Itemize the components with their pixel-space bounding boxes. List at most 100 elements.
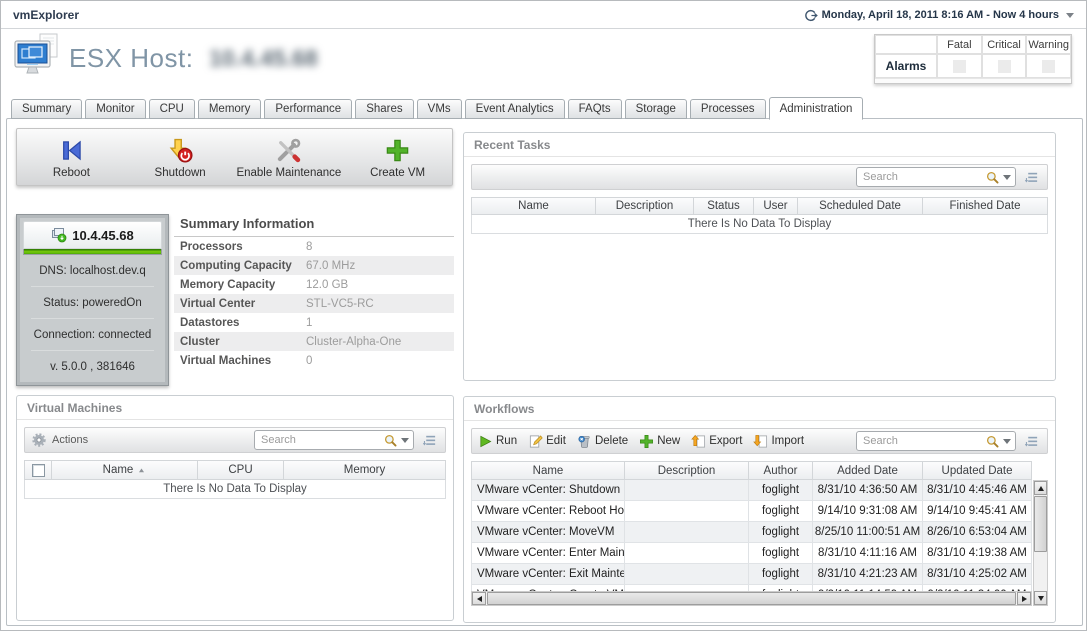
tab[interactable]: Performance [264,99,352,119]
host-name-blurred: 10.4.45.68 [209,45,318,72]
recent-tasks-search-input[interactable]: Search [856,167,1016,187]
scroll-right-button[interactable] [1017,592,1031,605]
workflows-search-input[interactable]: Search [856,431,1016,451]
workflow-updated-date: 8/26/10 6:53:04 AM [922,522,1031,542]
host-action-button[interactable]: Shutdown [126,129,235,185]
tab[interactable]: VMs [417,99,462,119]
column-header[interactable]: Status [693,198,753,214]
workflow-toolbar-button[interactable]: Edit [528,434,566,449]
workflow-author: foglight [748,564,812,584]
host-action-button[interactable]: Reboot [17,129,126,185]
workflow-updated-date: 8/31/10 4:19:38 AM [922,543,1031,563]
column-header-cpu[interactable]: CPU [197,461,283,479]
host-server-icon [51,227,67,243]
alarms-summary-table: Fatal Critical Warning Alarms [874,34,1072,84]
host-card-name: 10.4.45.68 [72,228,133,243]
summary-info-label: Virtual Center [174,298,306,310]
host-action-button[interactable]: Enable Maintenance [235,129,344,185]
tab[interactable]: Event Analytics [465,99,565,119]
tab[interactable]: Processes [690,99,766,119]
workflow-row[interactable]: VMware vCenter: Enter Mainter foglight 8… [471,543,1032,564]
workflow-description [624,522,748,542]
search-placeholder: Search [863,171,985,183]
workflows-title: Workflows [464,397,1055,421]
workflow-author: foglight [748,522,812,542]
search-options-caret-icon[interactable] [1003,439,1011,444]
horizontal-scroll-thumb[interactable] [487,592,1016,605]
workflow-toolbar-button[interactable]: Delete [577,434,628,449]
column-header[interactable]: Name [472,198,595,214]
workflow-toolbar-button[interactable]: New [639,434,680,449]
scroll-up-button[interactable] [1034,481,1047,495]
column-header-name[interactable]: Name [51,461,197,479]
alarms-fatal-cell[interactable] [937,54,982,78]
reboot-icon [59,138,84,163]
column-header[interactable]: Scheduled Date [797,198,922,214]
actions-menu-button[interactable]: Actions [31,432,88,448]
summary-information-rows: Processors 8 Computing Capacity 67.0 MHz… [174,237,454,370]
import-icon [753,434,768,449]
select-all-checkbox[interactable] [32,464,45,477]
vmexplorer-window: vmExplorer Monday, April 18, 2011 8:16 A… [0,0,1087,631]
vertical-scroll-thumb[interactable] [1034,496,1047,552]
alarms-column-header: Warning [1026,35,1071,54]
workflow-toolbar-button[interactable]: Import [753,434,804,449]
workflows-table-area: Name Description Author Added Date Updat… [471,461,1048,606]
page-title: ESX Host: [69,43,193,74]
host-version: v. 5.0.0 , 381646 [23,351,162,382]
column-header-memory[interactable]: Memory [283,461,445,479]
time-range-selector[interactable]: Monday, April 18, 2011 8:16 AM - Now 4 h… [803,1,1074,29]
column-header[interactable]: Updated Date [922,462,1031,479]
tab[interactable]: CPU [149,99,195,119]
column-header[interactable]: Author [748,462,812,479]
column-header[interactable]: Name [472,462,624,479]
host-action-label: Reboot [53,167,90,179]
column-header[interactable]: Added Date [812,462,922,479]
workflow-toolbar-button[interactable]: Run [478,434,517,449]
scroll-left-button[interactable] [472,592,486,605]
search-icon[interactable] [985,170,1000,185]
virtual-machines-header-row: Name CPU Memory [24,460,446,480]
workflow-toolbar-label: Delete [595,435,628,447]
tab[interactable]: Shares [355,99,413,119]
vertical-scrollbar[interactable] [1033,480,1048,606]
workflow-toolbar-button[interactable]: Export [691,434,742,449]
export-icon [691,434,706,449]
horizontal-scrollbar[interactable] [471,591,1032,606]
table-customizer-icon[interactable] [1024,434,1039,449]
virtual-machines-search-input[interactable]: Search [254,430,414,450]
column-header[interactable]: Description [595,198,693,214]
search-options-caret-icon[interactable] [401,438,409,443]
column-header[interactable]: User [753,198,797,214]
tab[interactable]: FAQts [568,99,622,119]
alarms-warning-cell[interactable] [1026,54,1071,78]
table-customizer-icon[interactable] [1024,170,1039,185]
workflow-row[interactable]: VMware vCenter: Shutdown Ho foglight 8/3… [471,480,1032,501]
tab[interactable]: Summary [11,99,82,119]
workflow-row[interactable]: VMware vCenter: Exit Maintena foglight 8… [471,564,1032,585]
actions-menu-label: Actions [52,434,88,446]
search-icon[interactable] [383,433,398,448]
host-action-label: Create VM [370,167,425,179]
summary-info-value: 1 [306,317,312,329]
search-options-caret-icon[interactable] [1003,175,1011,180]
workflow-row[interactable]: VMware vCenter: Reboot Host foglight 9/1… [471,501,1032,522]
summary-info-value: 0 [306,355,312,367]
workflow-row[interactable]: VMware vCenter: MoveVM foglight 8/25/10 … [471,522,1032,543]
tab[interactable]: Administration [769,97,864,120]
column-header[interactable]: Description [624,462,748,479]
search-icon[interactable] [985,434,1000,449]
host-action-button[interactable]: Create VM [343,129,452,185]
host-status-card: 10.4.45.68 DNS: localhost.dev.q Status: … [16,214,169,386]
workflow-toolbar-label: Run [496,435,517,447]
alarms-critical-cell[interactable] [982,54,1027,78]
summary-information-title: Summary Information [174,214,454,237]
tab[interactable]: Memory [198,99,262,119]
summary-info-label: Computing Capacity [174,260,306,272]
tab[interactable]: Storage [625,99,687,119]
tab[interactable]: Monitor [85,99,145,119]
workflow-toolbar-label: Edit [546,435,566,447]
table-customizer-icon[interactable] [422,433,437,448]
column-header[interactable]: Finished Date [922,198,1047,214]
scroll-down-button[interactable] [1034,591,1047,605]
